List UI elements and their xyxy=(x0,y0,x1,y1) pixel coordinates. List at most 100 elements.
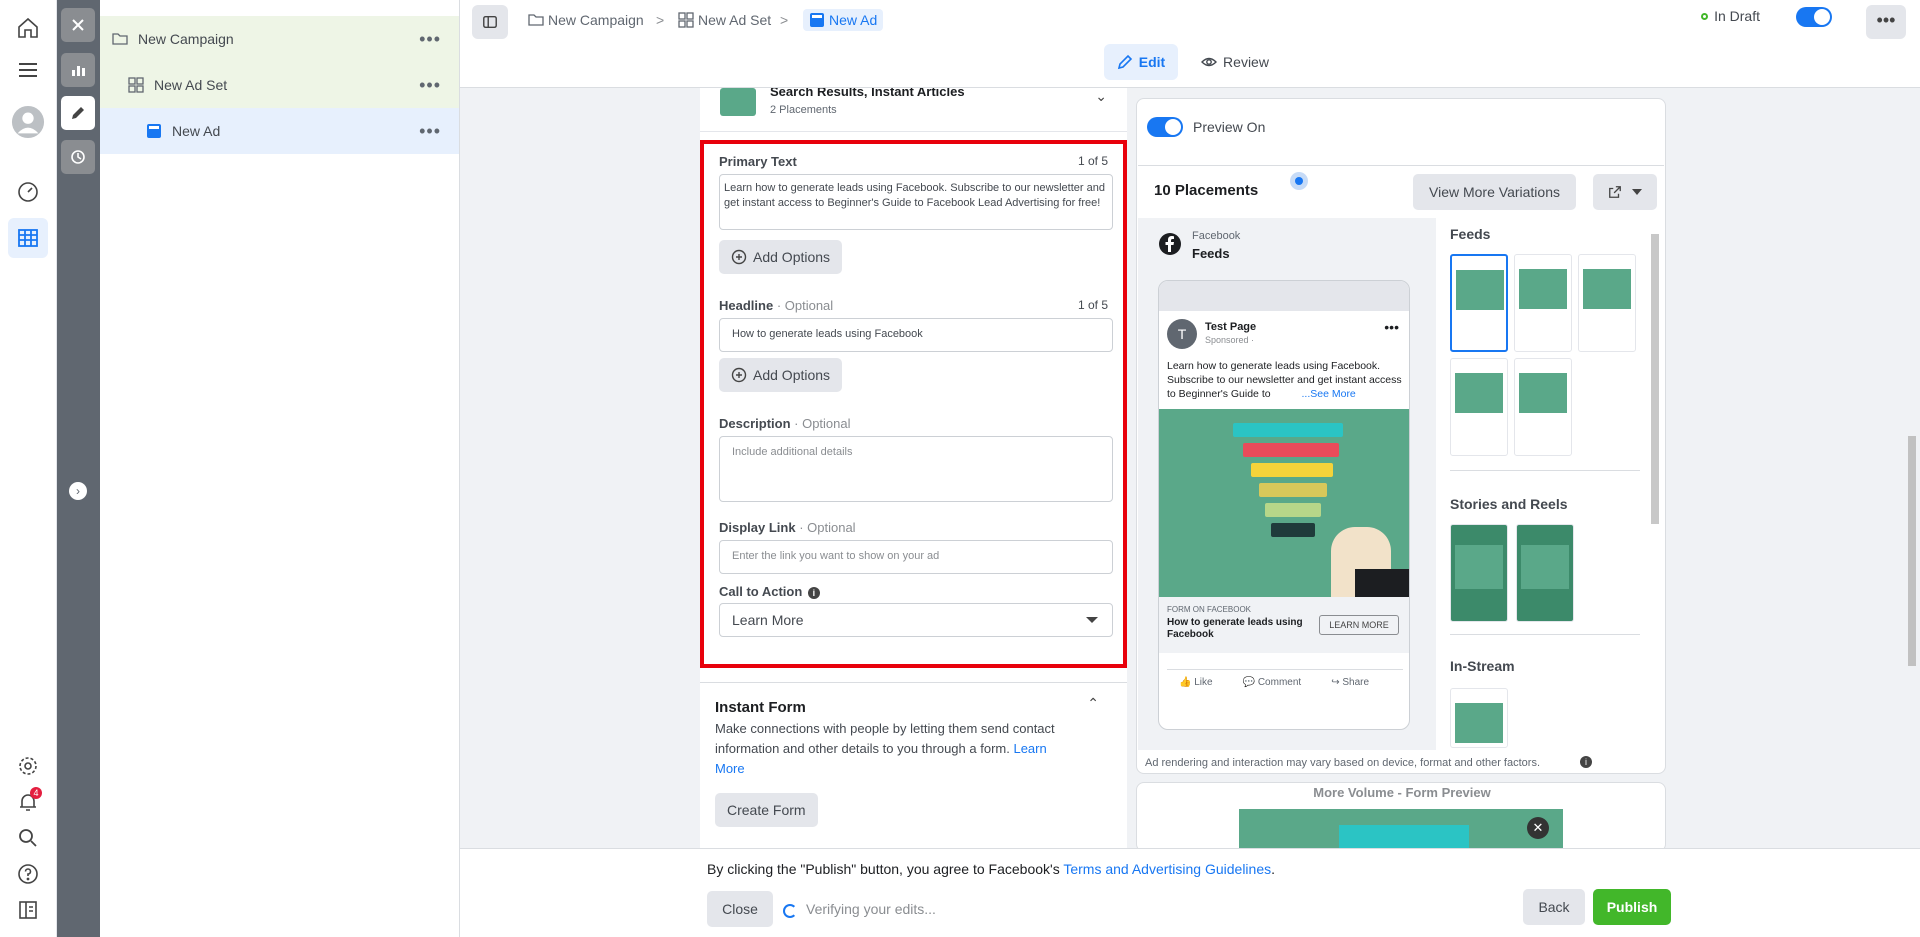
headline-count: 1 of 5 xyxy=(1077,298,1108,312)
terms-notice: By clicking the "Publish" button, you ag… xyxy=(707,861,1276,877)
dashboard-gauge-icon[interactable] xyxy=(14,178,42,206)
thumbnail-scrollbar[interactable] xyxy=(1651,234,1659,524)
placement-thumb-feed[interactable] xyxy=(1450,358,1508,456)
ad-editor-form: Search Results, Instant Articles 2 Place… xyxy=(700,88,1127,848)
section-feeds: Feeds xyxy=(1450,226,1491,242)
post-more-icon: ••• xyxy=(1384,319,1399,335)
info-icon[interactable]: i xyxy=(1580,756,1592,768)
back-button[interactable]: Back xyxy=(1523,889,1585,925)
cta-select[interactable]: Learn More xyxy=(719,603,1113,637)
terms-link[interactable]: Terms and Advertising Guidelines xyxy=(1063,861,1271,877)
bottom-action-bar: By clicking the "Publish" button, you ag… xyxy=(460,848,1920,937)
info-icon[interactable]: i xyxy=(807,587,820,599)
add-circle-icon xyxy=(731,367,747,383)
ads-manager-table-icon[interactable] xyxy=(14,224,42,252)
tree-item-adset[interactable]: New Ad Set ••• xyxy=(100,62,459,108)
placement-thumb-feed[interactable] xyxy=(1514,358,1572,456)
tree-item-label: New Campaign xyxy=(138,31,234,47)
tree-item-campaign[interactable]: New Campaign ••• xyxy=(100,16,459,62)
placement-thumb-feed[interactable] xyxy=(1578,254,1636,352)
chevron-up-icon[interactable]: ⌃ xyxy=(1087,695,1099,712)
menu-icon[interactable] xyxy=(14,56,42,84)
phone-status-bar xyxy=(1159,281,1409,311)
help-icon[interactable] xyxy=(14,860,42,888)
section-instream: In-Stream xyxy=(1450,658,1515,674)
like-action: 👍 Like xyxy=(1179,677,1213,688)
description-input[interactable]: Include additional details xyxy=(719,436,1113,502)
more-options-icon[interactable]: ••• xyxy=(419,121,441,142)
display-link-input[interactable]: Enter the link you want to show on your … xyxy=(719,540,1113,574)
phone-mockup: T Test Page Sponsored · ••• Learn how to… xyxy=(1158,280,1410,730)
placement-thumb-instream[interactable] xyxy=(1450,688,1508,748)
settings-gear-icon[interactable] xyxy=(14,752,42,780)
tab-edit[interactable]: Edit xyxy=(1104,44,1178,80)
publish-button[interactable]: Publish xyxy=(1593,889,1671,925)
tab-review[interactable]: Review xyxy=(1190,44,1280,80)
placement-thumb-feed[interactable] xyxy=(1514,254,1572,352)
loading-dot-icon xyxy=(1290,172,1308,190)
close-editor-button[interactable] xyxy=(61,8,95,42)
draft-toggle[interactable] xyxy=(1796,7,1832,27)
share-action: ↪ Share xyxy=(1331,677,1370,688)
ad-icon xyxy=(810,13,824,27)
history-clock-button[interactable] xyxy=(61,140,95,174)
adset-grid-icon xyxy=(128,77,144,93)
facebook-logo-icon xyxy=(1159,233,1181,255)
placement-summary[interactable]: Search Results, Instant Articles 2 Place… xyxy=(700,88,1127,132)
headline-input[interactable]: How to generate leads using Facebook xyxy=(719,318,1113,352)
placement-count: 2 Placements xyxy=(770,104,837,116)
top-bar: New Campaign > New Ad Set > New Ad In Dr… xyxy=(460,0,1920,88)
editor-tool-rail: › xyxy=(57,0,100,937)
placement-thumb-story[interactable] xyxy=(1516,524,1574,622)
page-scrollbar[interactable] xyxy=(1904,88,1920,848)
home-icon[interactable] xyxy=(14,14,42,42)
sponsored-label: Sponsored · xyxy=(1205,335,1255,345)
placements-count: 10 Placements xyxy=(1154,182,1259,199)
tree-item-ad[interactable]: New Ad ••• xyxy=(100,108,459,154)
add-options-headline-button[interactable]: Add Options xyxy=(719,358,843,392)
preview-toggle-row: Preview On xyxy=(1147,117,1265,137)
charts-button[interactable] xyxy=(61,53,95,87)
add-options-primary-button[interactable]: Add Options xyxy=(719,240,843,274)
preview-toggle[interactable] xyxy=(1147,117,1183,137)
loading-spinner-icon xyxy=(783,904,797,918)
page-scrollbar-thumb[interactable] xyxy=(1908,436,1916,666)
preview-variations: 10 Placements View More Variations Faceb… xyxy=(1138,165,1664,750)
breadcrumb-ad[interactable]: New Ad xyxy=(803,9,884,31)
edit-pencil-button[interactable] xyxy=(61,96,95,130)
campaign-tree: New Campaign ••• New Ad Set ••• New Ad •… xyxy=(100,0,460,937)
folder-icon xyxy=(112,33,128,45)
create-form-button[interactable]: Create Form xyxy=(715,793,818,827)
close-icon[interactable]: ✕ xyxy=(1527,817,1549,839)
breadcrumb-separator: > xyxy=(656,12,665,28)
toggle-panel-button[interactable] xyxy=(472,5,508,39)
funnel-graphic xyxy=(1233,423,1343,437)
form-preview-title: More Volume - Form Preview xyxy=(1313,785,1491,800)
search-icon[interactable] xyxy=(14,824,42,852)
expand-chevron-icon[interactable]: › xyxy=(69,482,87,500)
eye-icon xyxy=(1201,57,1218,67)
placement-thumb-feed[interactable] xyxy=(1450,254,1508,352)
breadcrumb-separator: > xyxy=(780,12,789,28)
breadcrumb-adset[interactable]: New Ad Set xyxy=(678,12,771,28)
ad-icon xyxy=(147,124,161,138)
caret-down-icon xyxy=(1086,617,1098,623)
placement-thumb-story[interactable] xyxy=(1450,524,1508,622)
more-options-button[interactable]: ••• xyxy=(1866,5,1906,39)
more-options-icon[interactable]: ••• xyxy=(419,75,441,96)
close-button[interactable]: Close xyxy=(707,891,773,927)
panel-layout-icon[interactable] xyxy=(14,896,42,924)
ad-preview-panel: Preview On 10 Placements View More Varia… xyxy=(1136,98,1666,774)
breadcrumb-campaign[interactable]: New Campaign xyxy=(528,12,644,28)
ad-headline: How to generate leads using Facebook xyxy=(1167,617,1303,640)
avatar[interactable] xyxy=(10,104,46,140)
headline-label: Headline · Optional xyxy=(719,298,834,313)
open-preview-button[interactable] xyxy=(1593,174,1657,210)
more-options-icon[interactable]: ••• xyxy=(419,29,441,50)
view-more-variations-button[interactable]: View More Variations xyxy=(1413,174,1576,210)
placement-title: Search Results, Instant Articles xyxy=(770,88,965,99)
instant-form-description: Make connections with people by letting … xyxy=(715,721,1055,776)
ad-creative-fields: Primary Text 1 of 5 Learn how to generat… xyxy=(700,140,1127,668)
chevron-down-icon[interactable]: ⌄ xyxy=(1095,88,1107,105)
primary-text-input[interactable]: Learn how to generate leads using Facebo… xyxy=(719,174,1113,230)
